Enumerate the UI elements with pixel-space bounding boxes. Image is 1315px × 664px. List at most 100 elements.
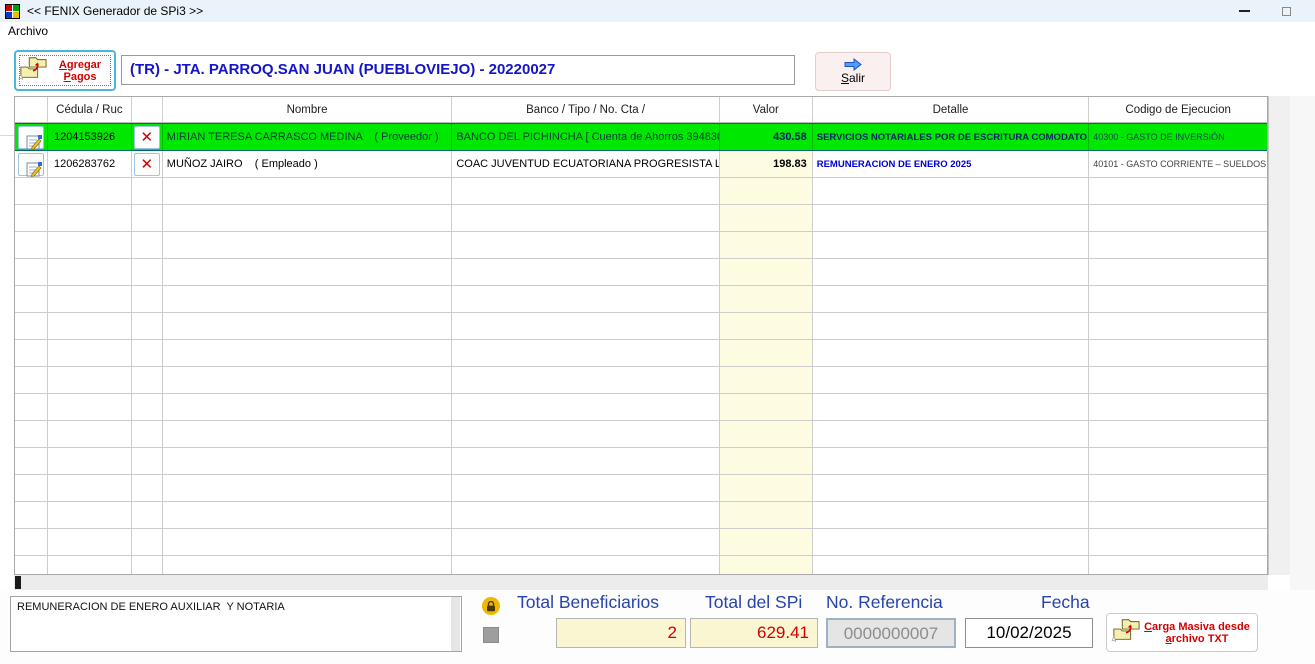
valor-cell[interactable] bbox=[720, 529, 813, 555]
banco-cell[interactable] bbox=[452, 529, 720, 555]
banco-cell[interactable] bbox=[452, 502, 720, 528]
header-detalle[interactable]: Detalle bbox=[813, 97, 1090, 122]
header-nombre[interactable]: Nombre bbox=[163, 97, 453, 122]
table-row[interactable]: ✕ bbox=[15, 205, 1267, 232]
valor-cell[interactable] bbox=[720, 475, 813, 501]
banco-cell[interactable] bbox=[452, 556, 720, 575]
codigo-cell[interactable] bbox=[1089, 394, 1267, 420]
valor-cell[interactable] bbox=[720, 394, 813, 420]
detalle-cell[interactable] bbox=[813, 529, 1090, 555]
cedula-cell[interactable] bbox=[48, 394, 132, 420]
nombre-cell[interactable]: MIRIAN TERESA CARRASCO MEDINA ( Proveedo… bbox=[163, 124, 453, 150]
valor-cell[interactable]: 198.83 bbox=[720, 151, 813, 177]
banco-cell[interactable] bbox=[452, 367, 720, 393]
gray-indicator-button[interactable] bbox=[483, 627, 499, 643]
banco-cell[interactable] bbox=[452, 340, 720, 366]
codigo-cell[interactable] bbox=[1089, 340, 1267, 366]
detalle-cell[interactable] bbox=[813, 313, 1090, 339]
nombre-cell[interactable]: MUÑOZ JAIRO ( Empleado ) bbox=[163, 151, 453, 177]
table-row[interactable]: ✕ bbox=[15, 556, 1267, 575]
banco-cell[interactable]: COAC JUVENTUD ECUATORIANA PROGRESISTA LT… bbox=[452, 151, 720, 177]
table-row[interactable]: ✕ bbox=[15, 340, 1267, 367]
cedula-cell[interactable] bbox=[48, 556, 132, 575]
menu-archivo[interactable]: Archivo bbox=[0, 22, 56, 40]
delete-row-button[interactable]: ✕ bbox=[134, 126, 160, 149]
table-row[interactable]: ✕ bbox=[15, 394, 1267, 421]
table-row[interactable]: 1206283762 ✕ MUÑOZ JAIRO ( Empleado ) CO… bbox=[15, 151, 1267, 178]
header-banco[interactable]: Banco / Tipo / No. Cta / bbox=[452, 97, 720, 122]
valor-cell[interactable] bbox=[720, 367, 813, 393]
cedula-cell[interactable] bbox=[48, 286, 132, 312]
detalle-cell[interactable] bbox=[813, 259, 1090, 285]
nombre-cell[interactable] bbox=[163, 178, 453, 204]
banco-cell[interactable] bbox=[452, 178, 720, 204]
cedula-cell[interactable] bbox=[48, 205, 132, 231]
table-row[interactable]: ✕ bbox=[15, 286, 1267, 313]
valor-cell[interactable] bbox=[720, 178, 813, 204]
valor-cell[interactable]: 430.58 bbox=[720, 124, 813, 150]
valor-cell[interactable] bbox=[720, 259, 813, 285]
detalle-cell[interactable] bbox=[813, 556, 1090, 575]
agregar-pagos-button[interactable]: Agregar Pagos bbox=[14, 50, 116, 91]
table-row[interactable]: ✕ bbox=[15, 448, 1267, 475]
cedula-cell[interactable]: 1204153926 bbox=[48, 124, 132, 150]
header-codigo[interactable]: Codigo de Ejecucion bbox=[1089, 97, 1267, 122]
table-row[interactable]: ✕ bbox=[15, 475, 1267, 502]
detalle-cell[interactable] bbox=[813, 448, 1090, 474]
horizontal-scrollbar[interactable] bbox=[14, 575, 1268, 590]
detalle-cell[interactable] bbox=[813, 502, 1090, 528]
header-valor[interactable]: Valor bbox=[720, 97, 813, 122]
nombre-cell[interactable] bbox=[163, 205, 453, 231]
valor-cell[interactable] bbox=[720, 340, 813, 366]
nombre-cell[interactable] bbox=[163, 340, 453, 366]
nombre-cell[interactable] bbox=[163, 529, 453, 555]
nombre-cell[interactable] bbox=[163, 502, 453, 528]
nombre-cell[interactable] bbox=[163, 475, 453, 501]
carga-masiva-button[interactable]: Carga Masiva desde archivo TXT bbox=[1106, 613, 1258, 652]
nombre-cell[interactable] bbox=[163, 448, 453, 474]
cedula-cell[interactable] bbox=[48, 313, 132, 339]
codigo-cell[interactable] bbox=[1089, 529, 1267, 555]
valor-cell[interactable] bbox=[720, 502, 813, 528]
nombre-cell[interactable] bbox=[163, 259, 453, 285]
table-row[interactable]: ✕ bbox=[15, 232, 1267, 259]
detalle-cell[interactable] bbox=[813, 421, 1090, 447]
valor-cell[interactable] bbox=[720, 313, 813, 339]
detalle-cell[interactable] bbox=[813, 178, 1090, 204]
table-row[interactable]: ✕ bbox=[15, 313, 1267, 340]
detalle-cell[interactable] bbox=[813, 340, 1090, 366]
detalle-cell[interactable]: SERVICIOS NOTARIALES POR DE ESCRITURA CO… bbox=[813, 124, 1090, 150]
nombre-cell[interactable] bbox=[163, 232, 453, 258]
nombre-cell[interactable] bbox=[163, 394, 453, 420]
codigo-cell[interactable] bbox=[1089, 367, 1267, 393]
detalle-cell[interactable] bbox=[813, 475, 1090, 501]
cedula-cell[interactable] bbox=[48, 502, 132, 528]
header-cedula[interactable]: Cédula / Ruc bbox=[48, 97, 132, 122]
codigo-cell[interactable] bbox=[1089, 448, 1267, 474]
cedula-cell[interactable]: 1206283762 bbox=[48, 151, 132, 177]
table-row[interactable]: ✕ bbox=[15, 259, 1267, 286]
codigo-cell[interactable]: 40101 - GASTO CORRIENTE – SUELDOS bbox=[1089, 151, 1267, 177]
table-row[interactable]: ✕ bbox=[15, 367, 1267, 394]
banco-cell[interactable] bbox=[452, 394, 720, 420]
table-row[interactable]: ✕ bbox=[15, 421, 1267, 448]
detalle-cell[interactable] bbox=[813, 367, 1090, 393]
cedula-cell[interactable] bbox=[48, 259, 132, 285]
valor-cell[interactable] bbox=[720, 448, 813, 474]
nombre-cell[interactable] bbox=[163, 367, 453, 393]
lock-button[interactable] bbox=[482, 597, 500, 615]
valor-cell[interactable] bbox=[720, 232, 813, 258]
cedula-cell[interactable] bbox=[48, 448, 132, 474]
codigo-cell[interactable] bbox=[1089, 259, 1267, 285]
valor-cell[interactable] bbox=[720, 556, 813, 575]
banco-cell[interactable] bbox=[452, 313, 720, 339]
fecha-field[interactable]: 10/02/2025 bbox=[965, 618, 1093, 648]
valor-cell[interactable] bbox=[720, 421, 813, 447]
minimize-button[interactable] bbox=[1223, 0, 1265, 22]
banco-cell[interactable]: BANCO DEL PICHINCHA [ Cuenta de Ahorros … bbox=[452, 124, 720, 150]
nombre-cell[interactable] bbox=[163, 286, 453, 312]
delete-row-button[interactable]: ✕ bbox=[134, 153, 160, 176]
banco-cell[interactable] bbox=[452, 448, 720, 474]
codigo-cell[interactable] bbox=[1089, 313, 1267, 339]
codigo-cell[interactable] bbox=[1089, 232, 1267, 258]
